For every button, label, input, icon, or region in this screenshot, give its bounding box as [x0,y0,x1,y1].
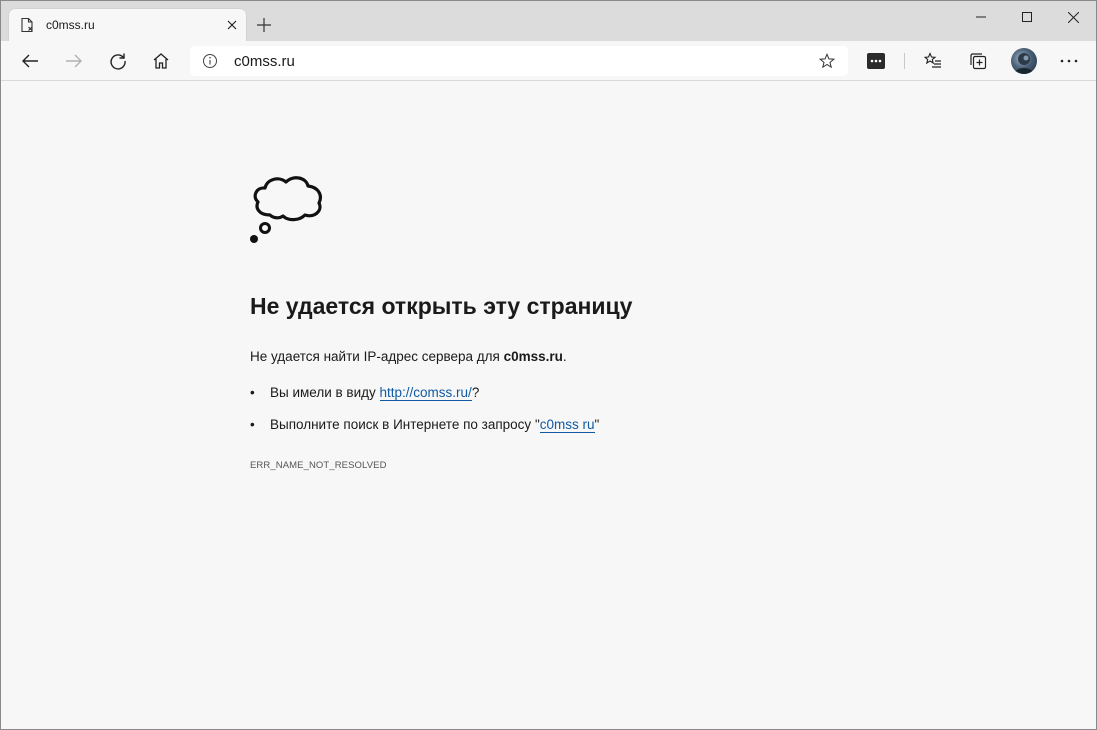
error-headline: Не удается открыть эту страницу [250,293,633,319]
tab-title: c0mss.ru [46,18,95,32]
minimize-icon [976,16,986,18]
page-content: Не удается открыть эту страницу Не удает… [1,81,1096,729]
suggestion-search: • Выполните поиск в Интернете по запросу … [250,417,600,433]
address-bar[interactable]: c0mss.ru [190,46,848,76]
refresh-icon [110,53,126,70]
bullet-marker: • [250,385,255,400]
arrow-left-icon [22,54,38,68]
collections-button[interactable] [962,45,994,77]
description-text: Не удается найти IP-адрес сервера для [250,349,504,364]
arrow-right-icon [66,54,82,68]
settings-more-button[interactable] [1053,45,1085,77]
bullet-marker: • [250,417,255,432]
tab-c0mss[interactable]: c0mss.ru [9,9,246,41]
maximize-icon [1022,12,1032,22]
collections-icon [970,53,987,70]
maximize-button[interactable] [1004,1,1050,33]
suggestion-did-you-mean: • Вы имели в виду http://comss.ru/? [250,385,480,401]
toolbar-separator [904,53,905,69]
profile-avatar[interactable] [1011,48,1037,74]
new-tab-button[interactable] [254,15,274,35]
more-dots-icon [1060,59,1078,63]
error-code: ERR_NAME_NOT_RESOLVED [250,460,387,471]
favorites-button[interactable] [917,45,949,77]
close-window-button[interactable] [1050,1,1096,33]
browser-toolbar: c0mss.ru [1,41,1096,81]
favorite-star-icon[interactable] [818,52,836,69]
tab-strip: c0mss.ru [1,1,1096,41]
home-icon [153,53,169,69]
thought-cloud-icon [248,171,324,245]
search-suggestion-text: Выполните поиск в Интернете по запросу " [270,417,540,432]
address-url[interactable]: c0mss.ru [234,53,295,70]
page-error-icon [19,17,35,33]
plus-icon [257,18,271,32]
favorites-list-icon [924,52,941,68]
forward-button[interactable] [58,45,90,77]
close-icon [1067,11,1079,23]
info-icon[interactable] [202,53,218,69]
tab-close-icon[interactable] [224,17,240,33]
extension-button[interactable] [860,45,892,77]
error-description: Не удается найти IP-адрес сервера для c0… [250,349,567,364]
search-suggestion-end: " [594,417,600,432]
description-end: . [562,349,567,364]
suggested-url-link[interactable]: http://comss.ru/ [379,385,472,401]
browser-window: c0mss.ru c0mss.ru Не удается открыть эту… [0,0,1097,730]
minimize-button[interactable] [958,1,1004,33]
refresh-button[interactable] [102,45,134,77]
extension-icon [867,53,885,69]
home-button[interactable] [145,45,177,77]
suggestion-end: ? [471,385,480,400]
suggestion-text: Вы имели в виду [270,385,380,400]
description-host: c0mss.ru [503,349,563,364]
search-query-link[interactable]: c0mss ru [539,417,595,433]
back-button[interactable] [14,45,46,77]
